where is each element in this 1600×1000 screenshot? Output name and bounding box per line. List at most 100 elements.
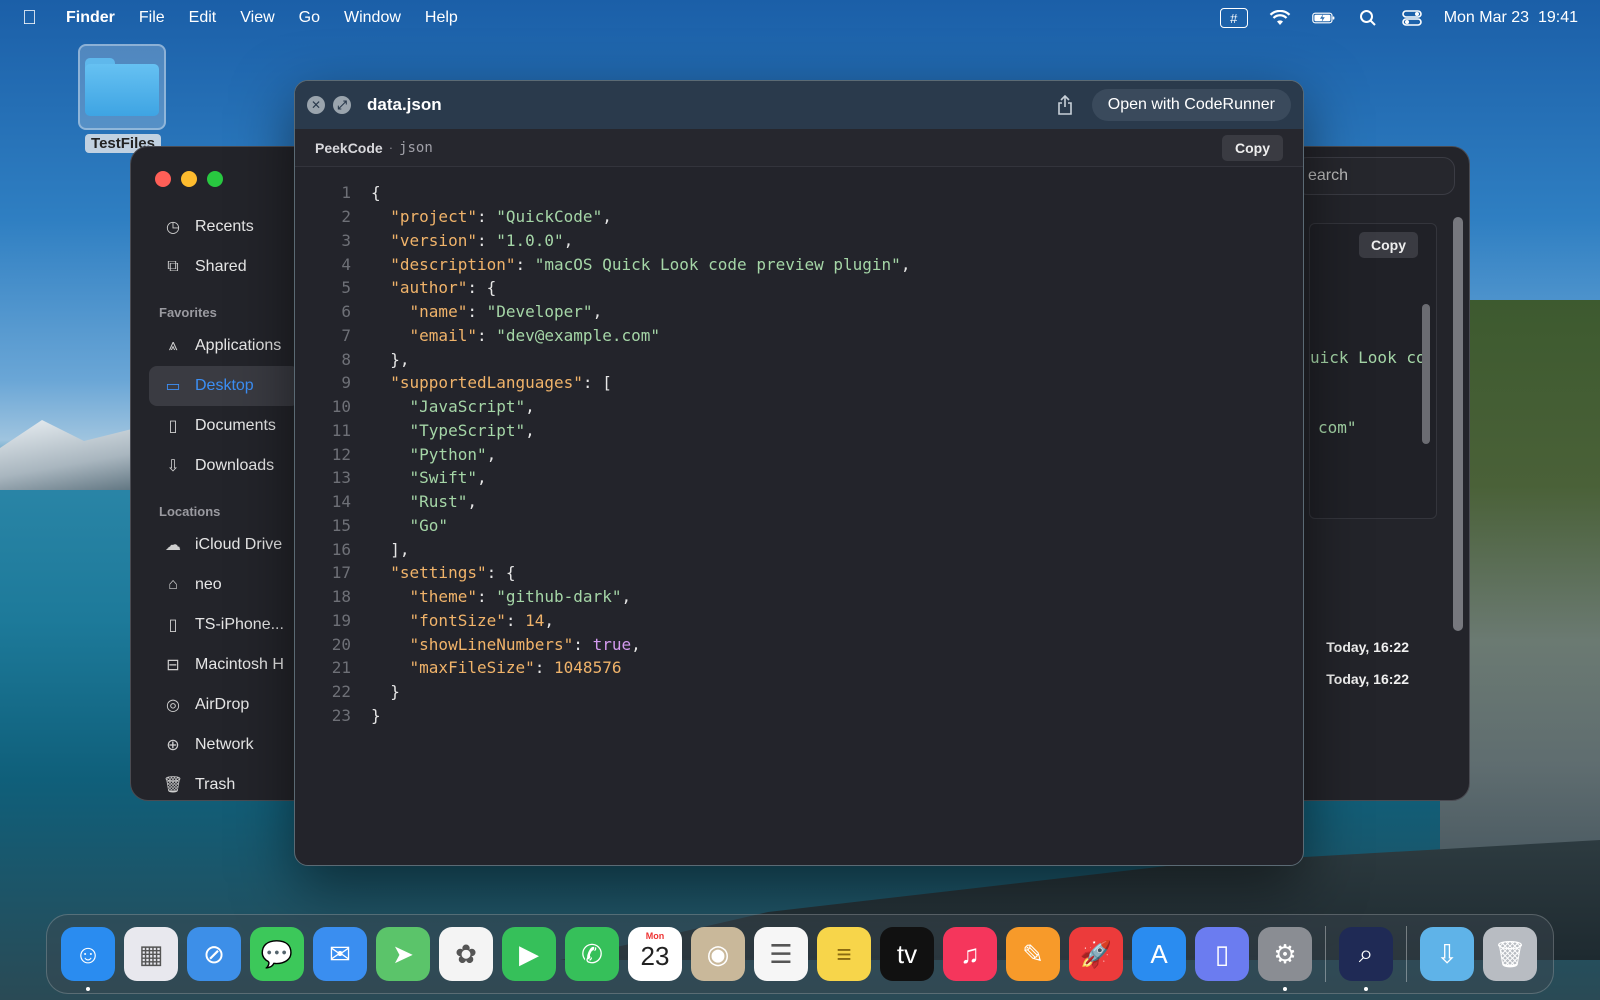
input-method-icon[interactable]: # [1219,8,1248,28]
preview-copy-button[interactable]: Copy [1359,232,1418,258]
code-token: }, [371,349,410,369]
maps-app-icon[interactable]: ➤ [376,927,430,981]
code-token: "macOS Quick Look code preview plugin" [534,254,901,274]
battery-icon[interactable] [1311,9,1336,27]
sidebar-item-downloads[interactable]: ⇩ Downloads [149,446,299,486]
code-view[interactable]: 1{2 "project": "QuickCode", 3 "version": … [295,181,1303,728]
app-store-app-icon[interactable]: A [1132,927,1186,981]
sidebar-item-label: Applications [195,337,282,354]
notes-app-icon[interactable]: ≡ [817,927,871,981]
music-app-icon[interactable]: ♫ [943,927,997,981]
code-token: "dev@example.com" [496,325,660,345]
line-number: 21 [331,658,351,678]
code-line: 11 "TypeScript", [295,419,1303,443]
photos-app-icon[interactable]: ✿ [439,927,493,981]
wifi-icon[interactable] [1268,9,1292,27]
menu-file[interactable]: File [139,9,165,27]
contacts-app-icon[interactable]: ◉ [691,927,745,981]
menu-help[interactable]: Help [425,9,458,27]
code-token: "Swift" [409,468,477,488]
menu-window[interactable]: Window [344,9,401,27]
sidebar-item-network[interactable]: ⊕ Network [149,725,299,765]
code-token: } [371,682,400,702]
shared-folder-icon: ⧉ [167,258,179,275]
sidebar-item-desktop[interactable]: ▭ Desktop [149,366,299,406]
airdrop-icon: ◎ [166,697,180,714]
sidebar-item-documents[interactable]: ▯ Documents [149,406,299,446]
code-token: : [476,207,497,227]
close-window-button[interactable] [155,171,171,187]
app-glyph: ✿ [455,938,477,969]
phone-app-icon[interactable]: ✆ [565,927,619,981]
sidebar-item-applications[interactable]: ⩓ Applications [149,326,299,366]
status-area: # Mon Mar 23 19:41 [1219,8,1578,28]
line-number: 18 [331,587,351,607]
finder-app-icon[interactable]: ☺ [61,927,115,991]
code-line: 8 }, [295,347,1303,371]
code-token: : [534,658,555,678]
apple-tv-app-icon[interactable]: tv [880,927,934,981]
code-line: 23} [295,704,1303,728]
control-center-icon[interactable] [1400,9,1424,27]
code-token: : { [467,278,497,298]
sidebar-item-shared[interactable]: ⧉ Shared [149,247,299,287]
sidebar-item-label: AirDrop [195,696,250,713]
copy-button[interactable]: Copy [1222,134,1283,161]
downloads-stack-icon[interactable]: ⇩ [1420,927,1474,981]
spotlight-search-icon[interactable] [1356,9,1380,27]
line-number: 5 [341,278,351,298]
menu-view[interactable]: View [240,9,274,27]
sidebar-item-icloud[interactable]: ☁ iCloud Drive [149,525,299,565]
sidebar-item-airdrop[interactable]: ◎ AirDrop [149,685,299,725]
menubar-clock[interactable]: Mon Mar 23 19:41 [1444,9,1578,27]
system-settings-app-icon[interactable]: ⚙ [1258,927,1312,991]
iphone-mirroring-app-icon[interactable]: ▯ [1195,927,1249,981]
menu-app-name[interactable]: Finder [66,9,115,27]
sidebar-item-recents[interactable]: ◷ Recents [149,207,299,247]
facetime-app-icon[interactable]: ▶ [502,927,556,981]
code-token: "JavaScript" [409,397,526,417]
menu-go[interactable]: Go [299,9,320,27]
sidebar-item-label: Documents [195,417,276,434]
sidebar-item-iphone[interactable]: ▯ TS-iPhone... [149,605,299,645]
peekcode-app-icon[interactable]: ⌕ [1339,927,1393,991]
open-with-button[interactable]: Open with CodeRunner [1091,89,1291,121]
desktop-folder-testfiles[interactable]: TestFiles [78,44,168,153]
share-icon[interactable] [1050,90,1080,120]
reminders-app-icon[interactable]: ☰ [754,927,808,981]
rocket-app-icon[interactable]: 🚀 [1069,927,1123,981]
minimize-window-button[interactable] [181,171,197,187]
clock-icon: ◷ [166,219,180,236]
plugin-name: PeekCode [315,139,383,156]
pages-app-icon[interactable]: ✎ [1006,927,1060,981]
code-token: "author" [390,278,468,298]
launchpad-app-icon[interactable]: ▦ [124,927,178,981]
finder-search-field[interactable]: earch [1295,157,1455,195]
sidebar-item-trash[interactable]: 🗑 Trash [149,765,299,800]
preview-scrollbar[interactable] [1422,304,1430,444]
trash-dock-icon[interactable]: 🗑 [1483,927,1537,981]
code-token: ], [371,539,410,559]
close-icon[interactable]: ✕ [307,96,325,114]
sidebar-item-macintosh-hd[interactable]: ⊟ Macintosh H [149,645,299,685]
zoom-window-button[interactable] [207,171,223,187]
mail-app-icon[interactable]: ✉ [313,927,367,981]
menu-edit[interactable]: Edit [189,9,217,27]
code-token: , [476,468,487,488]
code-token: "settings" [390,563,487,583]
app-glyph: 🗑 [1493,938,1527,969]
apple-menu-icon[interactable]:  [22,7,46,30]
code-token: "TypeScript" [409,420,526,440]
messages-app-icon[interactable]: 💬 [250,927,304,981]
safari-app-icon[interactable]: ⊘ [187,927,241,981]
finder-scrollbar[interactable] [1453,217,1463,631]
sidebar-item-home[interactable]: ⌂ neo [149,565,299,605]
line-number: 11 [331,420,351,440]
fullscreen-icon[interactable]: ⤢ [333,96,351,114]
code-token: 1048576 [554,658,622,678]
calendar-app-icon[interactable]: Mon 23 [628,927,682,981]
dock: ☺ ▦ ⊘ 💬 ✉ ➤ ✿ ▶ ✆ Mon 23 ◉ ☰ ≡ tv ♫ ✎ 🚀 A ▯ ⚙ ⌕ ⇩ 🗑 [46,914,1554,994]
